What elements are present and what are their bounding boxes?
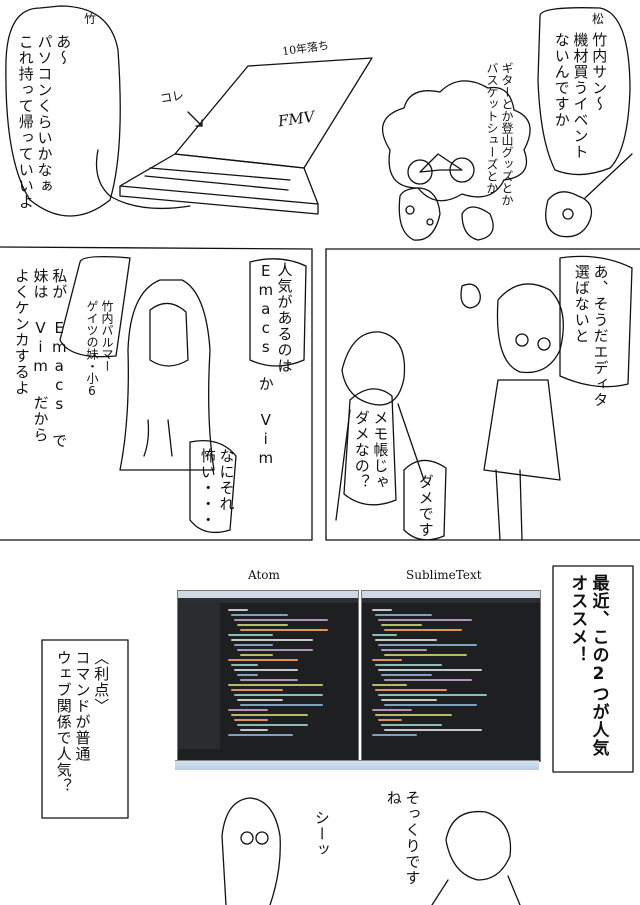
- sublime-editor-screenshot: [361, 590, 541, 762]
- bicycle-frame: [419, 153, 463, 173]
- laptop-base: [119, 153, 319, 205]
- code-line: [228, 734, 293, 736]
- code-line: [237, 699, 283, 701]
- code-line: [228, 684, 323, 686]
- code-line: [231, 689, 283, 691]
- thought-items: ギターとか登山グッズとか バスケットシューズとか: [485, 62, 514, 206]
- code-line: [237, 649, 313, 651]
- code-line: [378, 619, 472, 621]
- code-line: [381, 649, 427, 651]
- code-line: [234, 669, 298, 671]
- guitar-hole: [562, 208, 574, 220]
- girl-right-body: [483, 379, 561, 481]
- code-line: [231, 639, 313, 641]
- girl-bottom-left: [221, 797, 281, 905]
- label-matsu: 松: [592, 12, 605, 26]
- label-sublime: SublimeText: [406, 568, 482, 582]
- lightbulb-icon: [460, 283, 481, 309]
- code-line: [240, 629, 328, 631]
- code-line: [240, 679, 298, 681]
- code-line: [381, 674, 432, 676]
- bubble-similar: そっくりですね: [384, 790, 422, 886]
- code-line: [375, 639, 437, 641]
- glasses-lens: [240, 831, 254, 845]
- code-line: [381, 724, 442, 726]
- box-recommend: 最近、この2つが人気 オススメ！: [567, 574, 609, 757]
- code-line: [228, 609, 248, 611]
- code-line: [240, 729, 268, 731]
- code-line: [375, 689, 447, 691]
- code-line: [384, 654, 467, 656]
- glasses-lens: [255, 831, 269, 845]
- girl-bottom-right-body: [431, 875, 521, 905]
- code-line: [378, 719, 402, 721]
- guitar-body: [545, 191, 593, 238]
- code-line: [231, 714, 308, 716]
- code-line: [234, 644, 273, 646]
- box-merits: 〈利点〉 コマンドが普通 ウェブ関係で人気？: [54, 650, 111, 794]
- hood-strings: [143, 419, 173, 457]
- code-line: [234, 719, 268, 721]
- code-line: [375, 714, 452, 716]
- code-line: [378, 694, 487, 696]
- code-line: [228, 634, 273, 636]
- bubble-shh: シーッ: [312, 810, 331, 858]
- thought-dot: [426, 218, 434, 226]
- code-line: [234, 619, 328, 621]
- panel-border: [0, 246, 313, 250]
- caption-sister: 竹内パルマー ゲイツの妹・小6: [85, 300, 114, 398]
- arrow-kore: [187, 111, 203, 127]
- bubble-dame: ダメです: [416, 474, 435, 538]
- code-line: [378, 669, 482, 671]
- code-line: [381, 624, 422, 626]
- code-line: [375, 664, 442, 666]
- bubble-memo: メモ帳じゃ ダメなの？: [352, 410, 390, 490]
- code-line: [228, 659, 298, 661]
- bubble-matsu: 竹内サン〜 機材買うイベント ないんですか: [552, 32, 609, 160]
- bubble-popular: 人気があるのは Emacs か Vim: [256, 262, 294, 468]
- code-line: [375, 614, 432, 616]
- code-line: [372, 709, 412, 711]
- girl-left-head: [341, 331, 406, 406]
- thought-dot: [405, 205, 415, 215]
- glasses-lens: [515, 333, 529, 347]
- girl-right-head: [496, 283, 564, 374]
- code-line: [231, 664, 258, 666]
- backpack: [398, 187, 441, 241]
- girl-bottom-right-head: [445, 810, 512, 881]
- code-line: [372, 609, 392, 611]
- code-line: [240, 654, 273, 656]
- hood-figure: [119, 279, 215, 471]
- code-line: [237, 674, 258, 676]
- code-line: [237, 724, 308, 726]
- atom-editor-screenshot: [177, 590, 359, 762]
- bubble-editor: あ、そうだエディタ 選ばないと: [572, 264, 610, 408]
- code-line: [234, 694, 323, 696]
- windows-taskbar: [175, 760, 539, 770]
- code-line: [372, 734, 417, 736]
- laptop-screen: [174, 57, 373, 169]
- hood-face-shadow: [149, 302, 189, 367]
- label-atom: Atom: [248, 568, 280, 582]
- code-line: [231, 614, 288, 616]
- code-line: [240, 704, 323, 706]
- glasses-lens: [537, 337, 551, 351]
- laptop-keyboard: [144, 167, 291, 191]
- code-line: [384, 679, 472, 681]
- code-line: [228, 709, 268, 711]
- code-line: [372, 684, 407, 686]
- code-line: [237, 624, 288, 626]
- code-line: [372, 634, 397, 636]
- code-line: [384, 704, 477, 706]
- bubble-scary: なにそれ 怖い・・・: [198, 448, 236, 528]
- code-line: [384, 729, 482, 731]
- code-line: [378, 644, 477, 646]
- label-take: 竹: [84, 12, 97, 26]
- bubble-take: あ〜 パソコンくらいかなぁ これ持って帰っていいよ: [16, 34, 73, 210]
- code-line: [381, 699, 437, 701]
- girl-right-legs: [495, 469, 523, 541]
- code-line: [372, 659, 402, 661]
- code-line: [384, 629, 462, 631]
- bubble-sister: 私が Emacs で 妹は Vim だから よくケンカするよ: [12, 268, 69, 449]
